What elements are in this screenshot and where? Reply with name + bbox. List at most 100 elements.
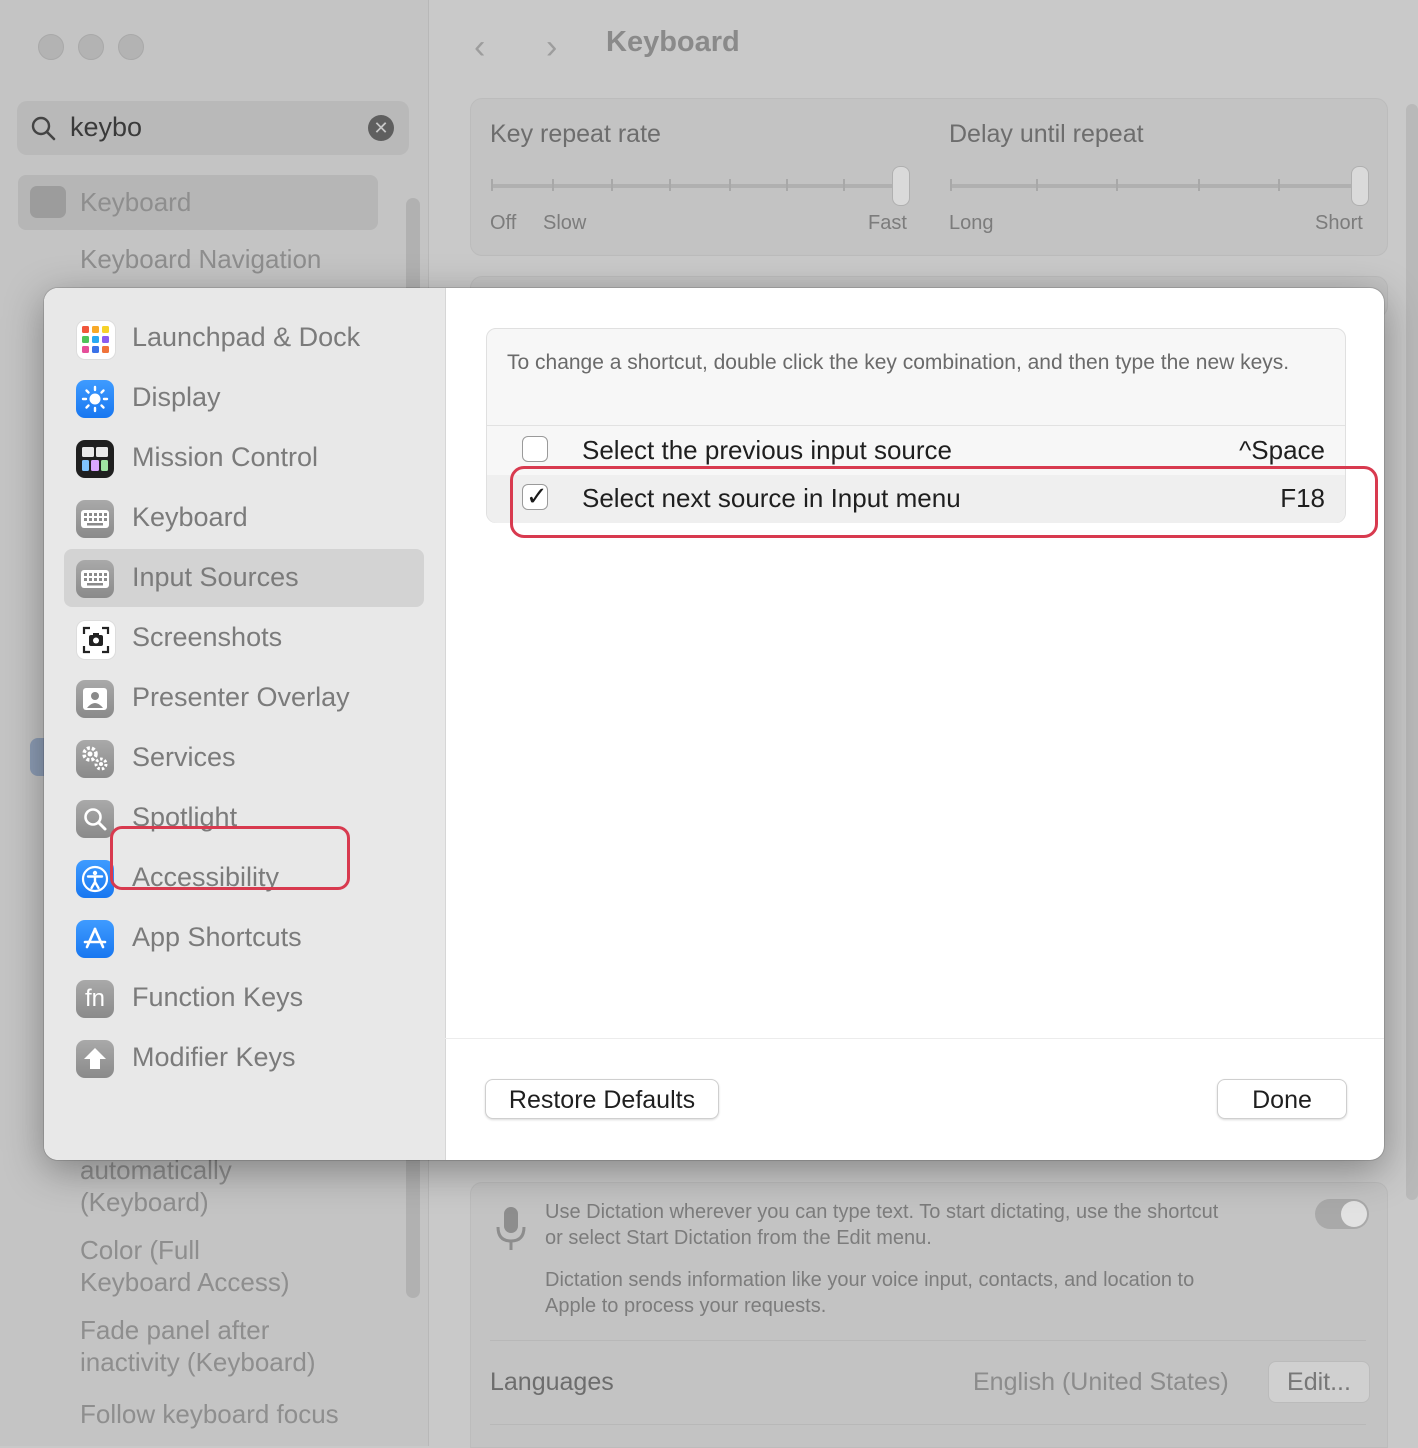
- done-button[interactable]: Done: [1217, 1079, 1347, 1119]
- slider-tick: [786, 179, 788, 191]
- slider-label-off: Off: [490, 212, 517, 234]
- search-result-text[interactable]: Fade panel after: [80, 1314, 269, 1346]
- category-label: Keyboard: [132, 502, 248, 532]
- restore-defaults-button[interactable]: Restore Defaults: [485, 1079, 719, 1119]
- forward-button[interactable]: ›: [546, 28, 557, 67]
- category-presenter-overlay[interactable]: Presenter Overlay: [64, 669, 424, 727]
- back-button[interactable]: ‹: [474, 28, 485, 67]
- app-shortcuts-icon: [76, 920, 114, 958]
- search-result-text[interactable]: Keyboard Access): [80, 1266, 290, 1298]
- page-title: Keyboard: [606, 26, 740, 58]
- keyboard-icon: [76, 500, 114, 538]
- shortcut-checkbox[interactable]: [522, 436, 548, 462]
- slider-tick: [1198, 179, 1200, 191]
- category-function-keys[interactable]: fn Function Keys: [64, 969, 424, 1027]
- modifier-keys-icon: [76, 1040, 114, 1078]
- category-label: Function Keys: [132, 982, 304, 1012]
- slider-tick: [950, 179, 952, 191]
- category-screenshots[interactable]: Screenshots: [64, 609, 424, 667]
- category-label: Screenshots: [132, 622, 283, 652]
- search-result-text[interactable]: Follow keyboard focus: [80, 1398, 339, 1430]
- slider-tick: [552, 179, 554, 191]
- slider-label-long: Long: [949, 212, 994, 234]
- shortcut-key[interactable]: ^Space: [1239, 435, 1325, 466]
- shortcut-label: Select the previous input source: [582, 435, 952, 465]
- toggle-knob: [1341, 1201, 1367, 1227]
- key-repeat-slider-thumb[interactable]: [892, 166, 910, 206]
- sidebar-item-keyboard-navigation[interactable]: Keyboard Navigation: [80, 243, 321, 275]
- category-label: Launchpad & Dock: [132, 322, 361, 352]
- category-label: Display: [132, 382, 221, 412]
- languages-label: Languages: [490, 1368, 614, 1396]
- search-result-text[interactable]: Color (Full: [80, 1234, 200, 1266]
- slider-label-fast: Fast: [868, 212, 907, 234]
- accessibility-icon: [76, 860, 114, 898]
- delay-repeat-label: Delay until repeat: [949, 120, 1144, 148]
- shortcut-category-list: Launchpad & Dock Display Mission Control…: [44, 288, 446, 1160]
- category-launchpad-dock[interactable]: Launchpad & Dock: [64, 309, 424, 367]
- category-display[interactable]: Display: [64, 369, 424, 427]
- category-label: Presenter Overlay: [132, 682, 350, 712]
- dictation-privacy-note: Dictation sends information like your vo…: [545, 1269, 1195, 1291]
- category-label: Mission Control: [132, 442, 319, 472]
- category-mission-control[interactable]: Mission Control: [64, 429, 424, 487]
- microphone-icon: [496, 1207, 526, 1250]
- dictation-toggle[interactable]: [1315, 1199, 1369, 1229]
- edit-languages-button[interactable]: Edit...: [1268, 1361, 1370, 1403]
- spotlight-icon: [76, 800, 114, 838]
- highlight-annotation: [110, 826, 350, 890]
- dictation-privacy-note: Apple to process your requests.: [545, 1295, 827, 1317]
- category-keyboard[interactable]: Keyboard: [64, 489, 424, 547]
- search-result-text[interactable]: (Keyboard): [80, 1186, 209, 1218]
- main-scrollbar[interactable]: [1406, 104, 1418, 1200]
- function-keys-icon: fn: [76, 980, 114, 1018]
- delay-repeat-slider[interactable]: [951, 184, 1365, 188]
- dictation-description: Use Dictation wherever you can type text…: [545, 1201, 1219, 1223]
- display-icon: [76, 380, 114, 418]
- clear-search-icon[interactable]: ✕: [368, 115, 394, 141]
- zoom-window-button[interactable]: [118, 34, 144, 60]
- slider-label-slow: Slow: [543, 212, 587, 234]
- category-label: Modifier Keys: [132, 1042, 296, 1072]
- presenter-overlay-icon: [76, 680, 114, 718]
- launchpad-icon: [76, 320, 116, 360]
- slider-tick: [729, 179, 731, 191]
- category-label: Services: [132, 742, 236, 772]
- mission-control-icon: [76, 440, 114, 478]
- slider-tick: [491, 179, 493, 191]
- divider: [490, 1340, 1366, 1341]
- languages-value: English (United States): [973, 1368, 1229, 1396]
- slider-tick: [1278, 179, 1280, 191]
- shortcut-instructions: To change a shortcut, double click the k…: [507, 351, 1290, 374]
- key-repeat-label: Key repeat rate: [490, 120, 661, 148]
- sidebar-item-keyboard[interactable]: [18, 175, 378, 230]
- category-label: Input Sources: [132, 562, 299, 592]
- divider: [487, 425, 1345, 426]
- slider-label-short: Short: [1315, 212, 1363, 234]
- divider: [490, 1424, 1366, 1425]
- category-app-shortcuts[interactable]: App Shortcuts: [64, 909, 424, 967]
- slider-tick: [843, 179, 845, 191]
- slider-tick: [611, 179, 613, 191]
- search-input[interactable]: keybo: [70, 112, 142, 143]
- category-input-sources[interactable]: Input Sources: [64, 549, 424, 607]
- search-icon: [31, 116, 56, 141]
- dictation-description: or select Start Dictation from the Edit …: [545, 1227, 932, 1249]
- category-modifier-keys[interactable]: Modifier Keys: [64, 1029, 424, 1087]
- slider-tick: [1116, 179, 1118, 191]
- highlight-annotation: [510, 466, 1378, 538]
- search-result-text[interactable]: inactivity (Keyboard): [80, 1346, 316, 1378]
- delay-repeat-slider-thumb[interactable]: [1351, 166, 1369, 206]
- minimize-window-button[interactable]: [78, 34, 104, 60]
- input-sources-icon: [76, 560, 114, 598]
- screenshots-icon: [76, 620, 116, 660]
- sidebar-item-label: Keyboard: [80, 187, 192, 217]
- category-label: App Shortcuts: [132, 922, 302, 952]
- keyboard-icon: [30, 186, 66, 218]
- slider-tick: [1036, 179, 1038, 191]
- close-window-button[interactable]: [38, 34, 64, 60]
- divider: [445, 1038, 1384, 1039]
- category-services[interactable]: Services: [64, 729, 424, 787]
- services-icon: [76, 740, 114, 778]
- slider-tick: [669, 179, 671, 191]
